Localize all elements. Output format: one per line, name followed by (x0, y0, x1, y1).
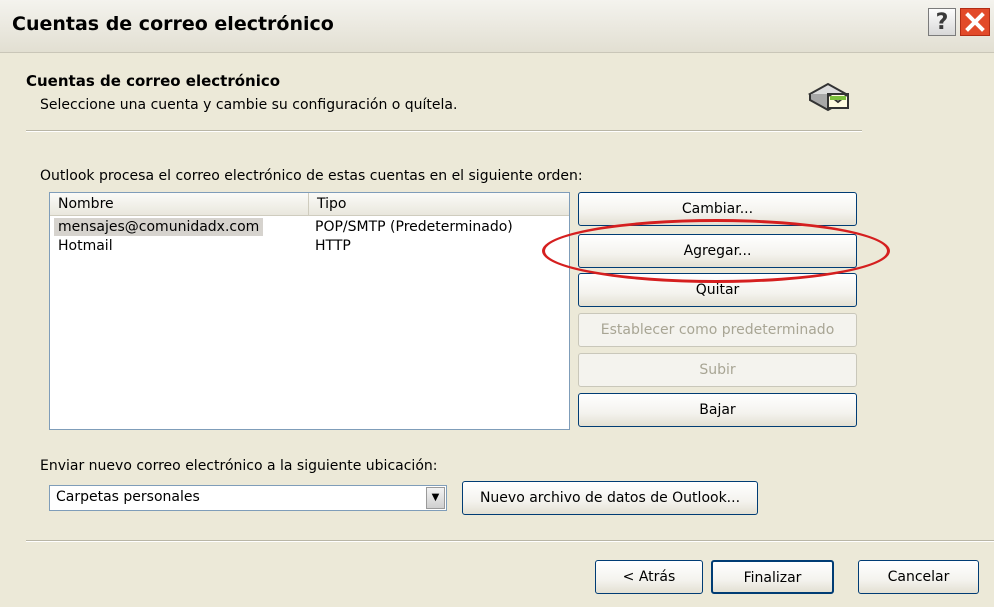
finish-button[interactable]: Finalizar (711, 560, 834, 594)
delivery-caption: Enviar nuevo correo electrónico a la sig… (40, 458, 438, 474)
highlight-ring (542, 219, 890, 283)
header-separator (26, 130, 862, 132)
help-button[interactable]: ? (928, 8, 956, 36)
account-row[interactable]: Hotmail HTTP (50, 237, 569, 255)
set-default-button[interactable]: Establecer como predeterminado (578, 313, 857, 347)
move-down-button[interactable]: Bajar (578, 393, 857, 427)
page-title: Cuentas de correo electrónico (26, 72, 281, 90)
column-header-name[interactable]: Nombre (50, 193, 309, 215)
move-up-button[interactable]: Subir (578, 353, 857, 387)
accounts-caption: Outlook procesa el correo electrónico de… (40, 168, 583, 184)
account-name: mensajes@comunidadx.com (54, 218, 264, 236)
column-header-type[interactable]: Tipo (309, 193, 569, 215)
close-icon (965, 12, 985, 32)
account-type: POP/SMTP (Predeterminado) (315, 219, 513, 235)
list-header: Nombre Tipo (50, 193, 569, 216)
title-bar: Cuentas de correo electrónico ? (0, 0, 994, 53)
window-title: Cuentas de correo electrónico (12, 13, 334, 35)
back-button[interactable]: < Atrás (595, 560, 703, 594)
close-button[interactable] (960, 8, 990, 36)
accounts-list[interactable]: Nombre Tipo mensajes@comunidadx.com POP/… (49, 192, 570, 430)
cancel-button[interactable]: Cancelar (858, 560, 979, 594)
chevron-down-icon: ▼ (431, 492, 440, 503)
mail-accounts-icon (807, 82, 849, 112)
delivery-location-value: Carpetas personales (56, 489, 200, 505)
account-name: Hotmail (58, 238, 113, 254)
footer-separator (26, 540, 994, 542)
account-type: HTTP (315, 238, 351, 254)
page-subtitle: Seleccione una cuenta y cambie su config… (40, 97, 458, 113)
account-row[interactable]: mensajes@comunidadx.com POP/SMTP (Predet… (50, 218, 569, 236)
dropdown-button[interactable]: ▼ (426, 487, 445, 509)
new-data-file-button[interactable]: Nuevo archivo de datos de Outlook... (462, 481, 758, 515)
delivery-location-select[interactable]: Carpetas personales ▼ (49, 485, 447, 511)
